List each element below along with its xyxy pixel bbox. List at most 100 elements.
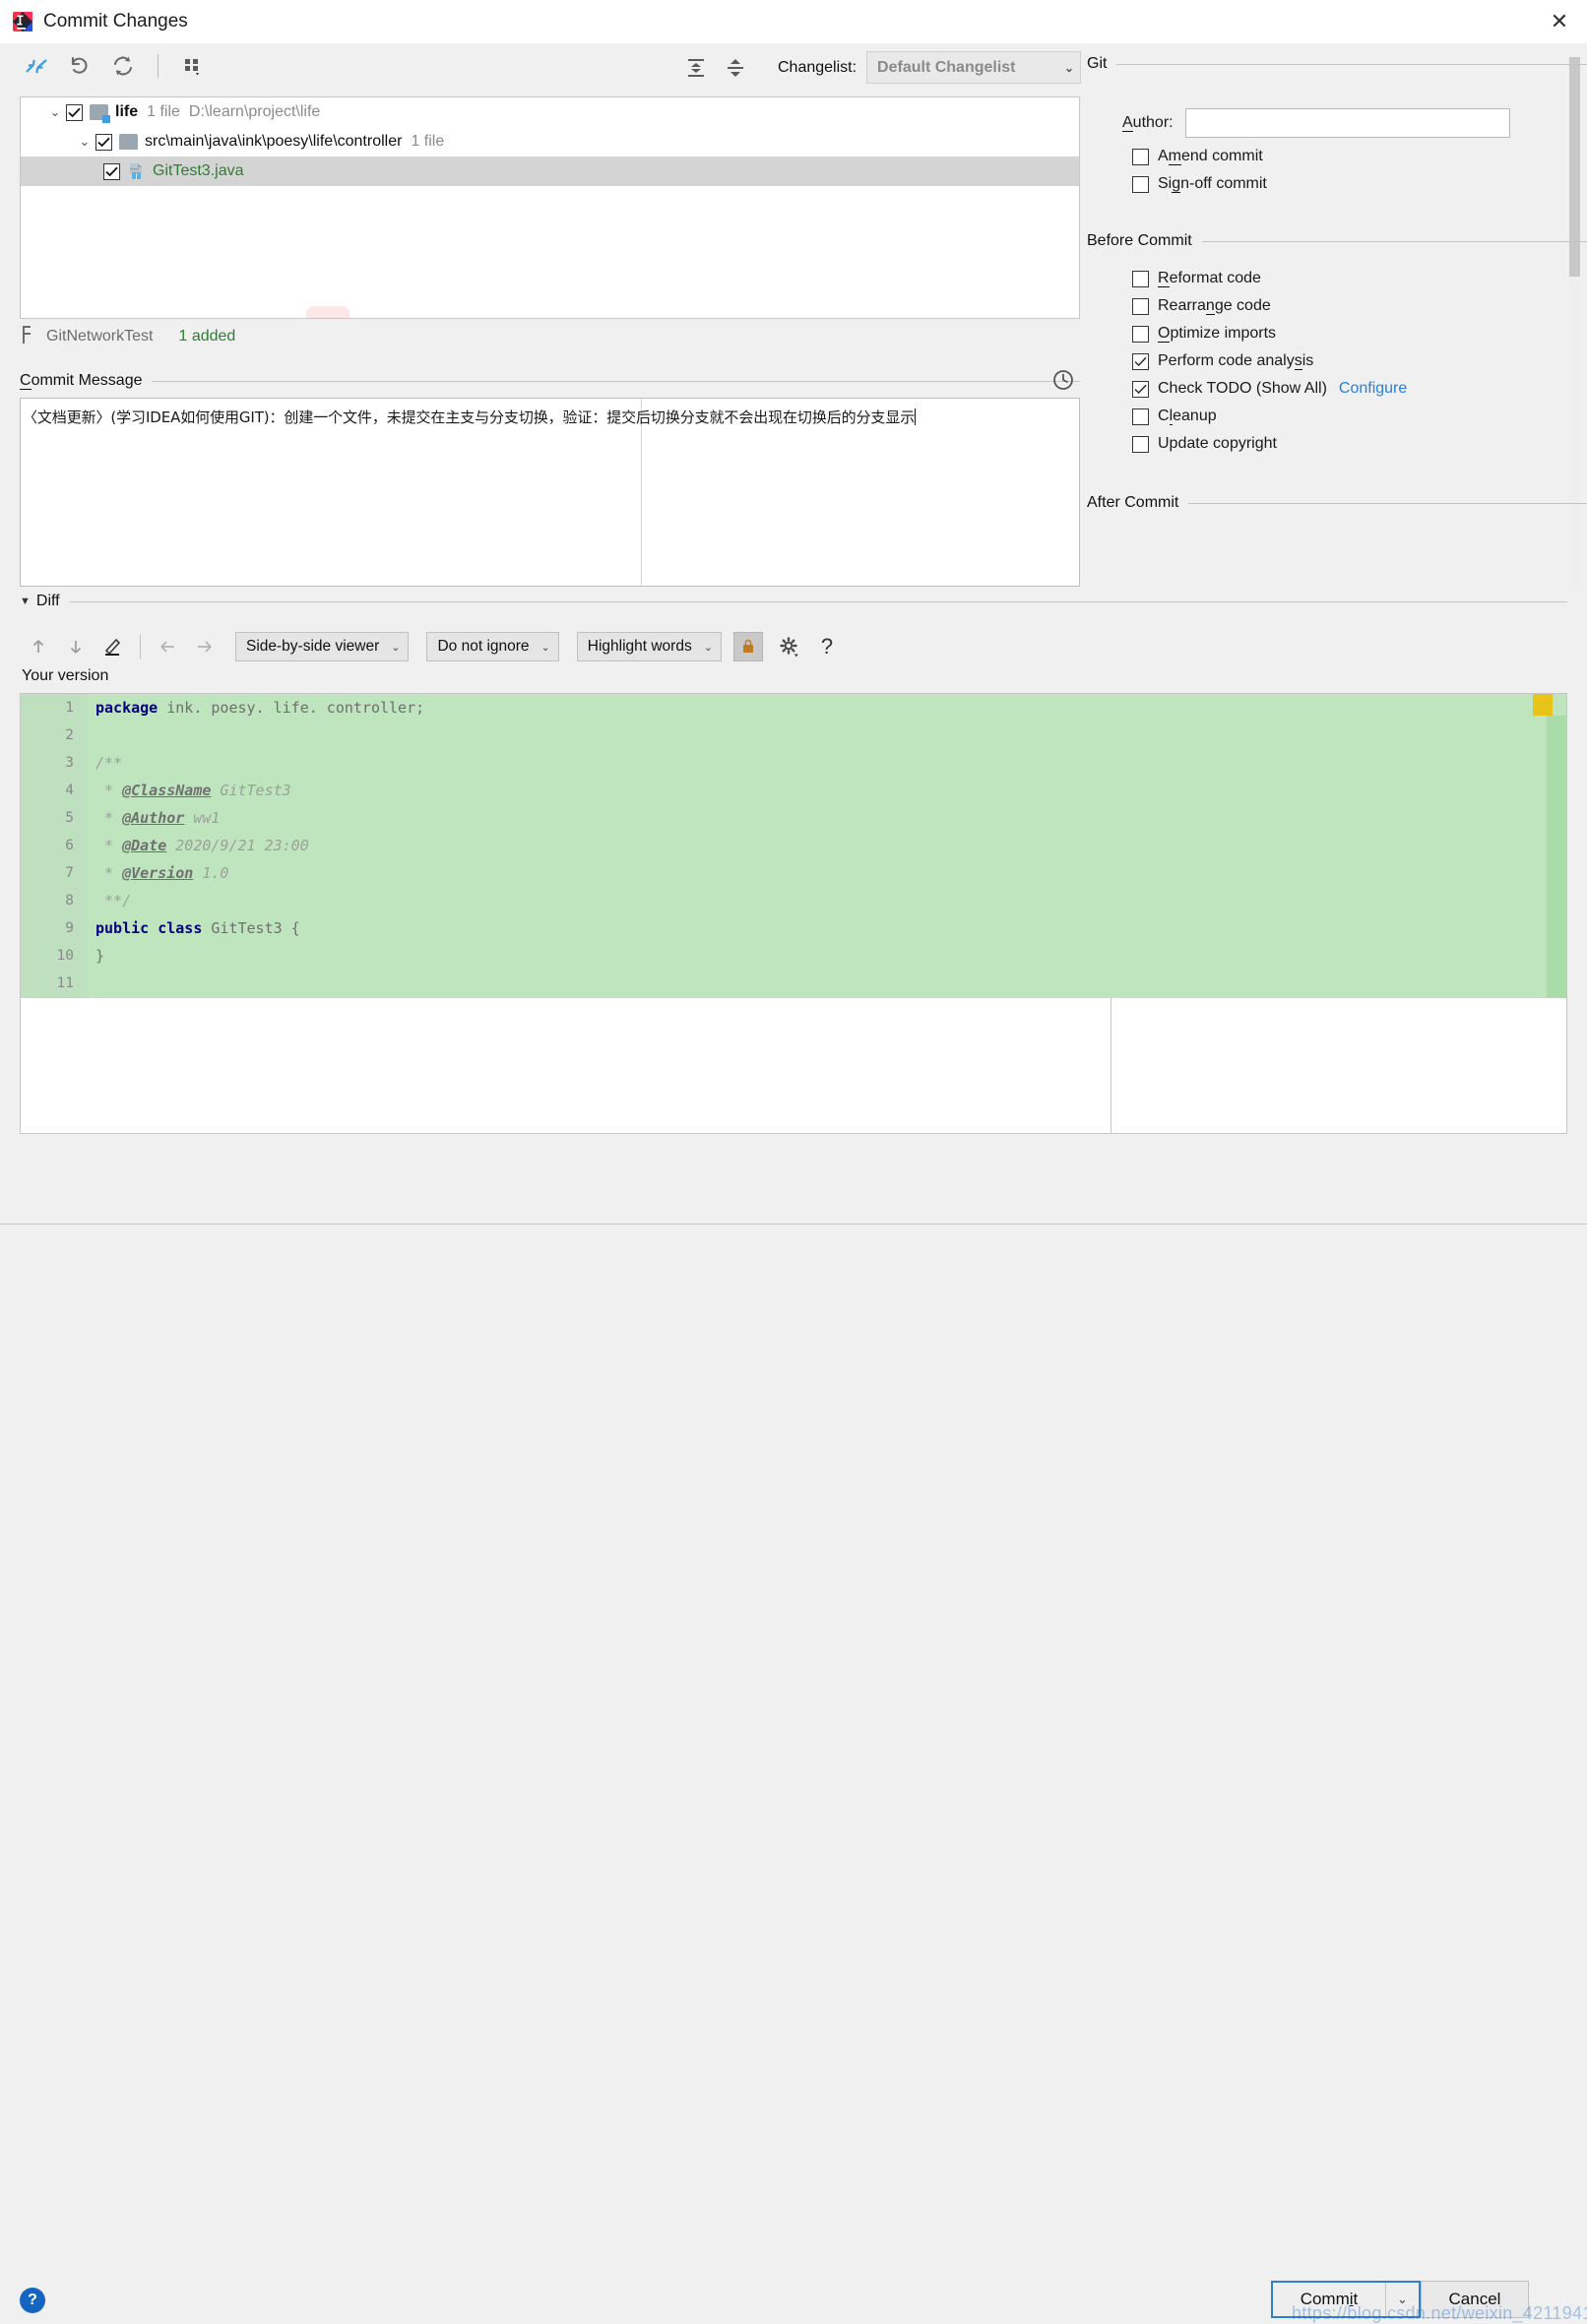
cleanup-checkbox-box[interactable] xyxy=(1132,408,1149,425)
changelist-select[interactable]: Default Changelist ⌄ xyxy=(866,51,1082,84)
line-number: 4 xyxy=(65,783,74,798)
accept-right-icon[interactable] xyxy=(186,628,223,665)
configure-todo-link[interactable]: Configure xyxy=(1339,380,1407,398)
update-copyright-checkbox-box[interactable] xyxy=(1132,435,1149,453)
chevron-down-icon[interactable]: ⌄ xyxy=(44,104,66,120)
cleanup-label: Cleanup xyxy=(1158,408,1217,425)
next-difference-icon[interactable] xyxy=(57,628,95,665)
highlight-mode-select[interactable]: Highlight words ⌄ xyxy=(576,632,722,661)
commit-message-text: 〈文档更新〉(学习IDEA如何使用GIT)：创建一个文件，未提交在主支与分支切换… xyxy=(23,407,1076,427)
collapse-all-icon[interactable] xyxy=(721,53,750,83)
group-by-icon[interactable] xyxy=(178,51,208,81)
git-group-title: Git xyxy=(1087,55,1108,72)
diff-help-icon[interactable]: ? xyxy=(808,628,846,665)
rollback-icon[interactable] xyxy=(65,51,95,81)
previous-difference-icon[interactable] xyxy=(20,628,57,665)
chevron-down-icon[interactable]: ⌄ xyxy=(74,134,95,150)
reformat-code-checkbox[interactable]: Reformat code xyxy=(1132,270,1587,287)
ignore-mode-value: Do not ignore xyxy=(437,638,530,655)
diff-change-marker[interactable] xyxy=(1533,694,1553,716)
perform-code-analysis-checkbox-box[interactable] xyxy=(1132,352,1149,370)
folder-icon xyxy=(119,134,138,150)
code-line: * @Version 1.0 xyxy=(88,859,1131,887)
tree-meta-count-module: 1 file xyxy=(147,103,180,120)
amend-commit-checkbox-box[interactable] xyxy=(1132,148,1149,165)
ignore-mode-select[interactable]: Do not ignore ⌄ xyxy=(426,632,559,661)
code-token: GitTest3 xyxy=(211,782,291,799)
sign-off-commit-checkbox[interactable]: Sign-off commit xyxy=(1132,175,1587,193)
collapse-to-selection-icon[interactable] xyxy=(22,51,51,81)
window-title: Commit Changes xyxy=(43,11,188,31)
code-token: ww1 xyxy=(184,809,221,827)
close-window-button[interactable]: ✕ xyxy=(1532,0,1587,43)
svg-text:J: J xyxy=(134,172,137,180)
tree-checkbox-directory[interactable] xyxy=(95,133,112,151)
code-line: } xyxy=(88,942,1131,970)
perform-code-analysis-label: Perform code analysis xyxy=(1158,352,1314,370)
intellij-idea-logo-icon xyxy=(12,11,33,32)
edit-source-icon[interactable] xyxy=(95,628,132,665)
code-token: package xyxy=(95,699,159,717)
cleanup-checkbox[interactable]: Cleanup xyxy=(1132,408,1587,425)
line-number: 10 xyxy=(56,948,74,964)
gear-icon[interactable] xyxy=(771,628,808,665)
update-copyright-label: Update copyright xyxy=(1158,435,1277,452)
commit-message-label: Commit Message xyxy=(20,372,143,390)
line-number: 6 xyxy=(65,838,74,853)
code-token: 2020/9/21 23:00 xyxy=(166,837,309,854)
title-bar: Commit Changes ✕ xyxy=(0,0,1587,43)
author-field[interactable] xyxy=(1184,108,1510,138)
diff-toolbar-divider xyxy=(140,634,141,660)
author-row: Author: xyxy=(1122,108,1587,138)
perform-code-analysis-checkbox[interactable]: Perform code analysis xyxy=(1132,352,1587,370)
sign-off-commit-checkbox-box[interactable] xyxy=(1132,175,1149,193)
line-number: 9 xyxy=(65,920,74,936)
branch-name: GitNetworkTest xyxy=(46,328,154,345)
expand-all-icon[interactable] xyxy=(681,53,711,83)
lock-icon[interactable] xyxy=(732,632,763,661)
tree-row-directory[interactable]: ⌄ src\main\java\ink\poesy\life\controlle… xyxy=(21,127,1079,157)
accept-left-icon[interactable] xyxy=(149,628,186,665)
code-token: public class xyxy=(95,919,203,937)
rearrange-code-checkbox-box[interactable] xyxy=(1132,297,1149,315)
code-token: 1.0 xyxy=(193,864,229,882)
branch-status-bar: GitNetworkTest 1 added xyxy=(20,323,235,350)
commit-message-label-rest: ommit Message xyxy=(31,372,143,389)
line-number: 2 xyxy=(65,727,74,743)
optimize-imports-checkbox[interactable]: Optimize imports xyxy=(1132,325,1587,343)
optimize-imports-checkbox-box[interactable] xyxy=(1132,325,1149,343)
reformat-code-checkbox-box[interactable] xyxy=(1132,270,1149,287)
tree-checkbox-module[interactable] xyxy=(66,103,83,121)
author-label: Author: xyxy=(1122,114,1174,132)
triangle-down-icon[interactable]: ▼ xyxy=(20,596,31,607)
diff-scrollbar-thumb[interactable] xyxy=(1547,716,1566,1001)
code-line: * @Author ww1 xyxy=(88,804,1131,832)
tree-row-module[interactable]: ⌄ life 1 file D:\learn\project\life xyxy=(21,97,1079,127)
changes-count-status: 1 added xyxy=(178,328,236,345)
code-token: /** xyxy=(95,754,123,772)
tree-checkbox-file[interactable] xyxy=(103,162,120,180)
tree-row-file[interactable]: J GitTest3.java xyxy=(21,157,1079,186)
commit-changes-dialog: Commit Changes ✕ Changelist: Default Cha… xyxy=(0,0,1587,2323)
diff-section-header[interactable]: ▼ Diff xyxy=(20,593,1567,610)
viewer-mode-value: Side-by-side viewer xyxy=(246,638,380,655)
rearrange-code-checkbox[interactable]: Rearrange code xyxy=(1132,297,1587,315)
sign-off-commit-label: Sign-off commit xyxy=(1158,175,1267,193)
clock-history-icon[interactable] xyxy=(1051,368,1075,392)
changed-files-tree[interactable]: ⌄ life 1 file D:\learn\project\life ⌄ sr… xyxy=(20,96,1080,319)
refresh-icon[interactable] xyxy=(108,51,138,81)
toolbar-divider xyxy=(158,54,159,78)
amend-commit-checkbox[interactable]: Amend commit xyxy=(1132,148,1587,165)
tree-meta-count-directory: 1 file xyxy=(411,133,445,150)
check-todo-checkbox-box[interactable] xyxy=(1132,380,1149,398)
commit-message-input[interactable]: 〈文档更新〉(学习IDEA如何使用GIT)：创建一个文件，未提交在主支与分支切换… xyxy=(20,398,1080,587)
check-todo-checkbox[interactable]: Check TODO (Show All) Configure xyxy=(1132,380,1587,398)
git-group-rule xyxy=(1116,63,1587,65)
help-button[interactable]: ? xyxy=(20,2288,45,2313)
line-number: 1 xyxy=(65,700,74,716)
tree-meta-path-module: D:\learn\project\life xyxy=(188,103,321,120)
diff-toolbar: Side-by-side viewer ⌄ Do not ignore ⌄ Hi… xyxy=(20,626,846,667)
viewer-mode-select[interactable]: Side-by-side viewer ⌄ xyxy=(235,632,410,661)
update-copyright-checkbox[interactable]: Update copyright xyxy=(1132,435,1587,453)
